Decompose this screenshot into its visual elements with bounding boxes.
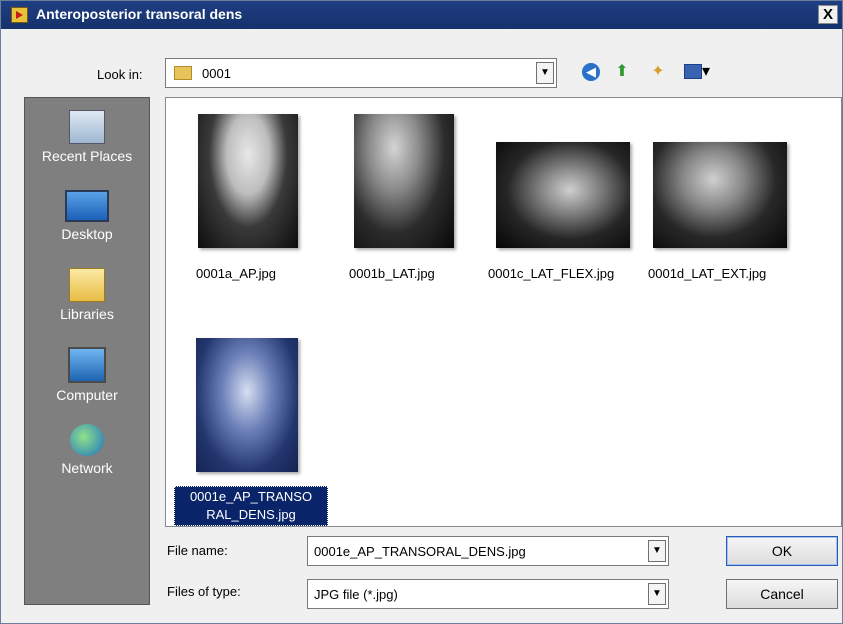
cancel-button[interactable]: Cancel [726,579,838,609]
desktop-icon [65,190,109,222]
place-desktop[interactable]: Desktop [25,190,149,242]
window-title: Anteroposterior transoral dens [36,6,243,22]
file-name-label: File name: [167,543,228,558]
file-thumbnail[interactable] [354,114,454,248]
place-recent-places[interactable]: Recent Places [25,110,149,164]
chevron-down-icon[interactable]: ▼ [648,540,666,562]
up-folder-icon[interactable]: ⬆ [611,61,633,83]
file-thumbnail[interactable] [198,114,298,248]
file-type-value: JPG file (*.jpg) [314,587,398,602]
file-name-line: 0001e_AP_TRANSO [189,489,313,504]
network-icon [70,424,104,456]
look-in-label: Look in: [97,67,143,82]
file-thumbnail[interactable] [653,142,787,248]
file-thumbnail[interactable] [496,142,630,248]
chevron-down-icon[interactable]: ▼ [536,62,554,84]
place-libraries[interactable]: Libraries [25,268,149,322]
file-list[interactable]: 0001a_AP.jpg 0001b_LAT.jpg 0001c_LAT_FLE… [165,97,842,527]
file-name-combobox[interactable]: 0001e_AP_TRANSORAL_DENS.jpg ▼ [307,536,669,566]
places-bar: Recent Places Desktop Libraries Computer… [24,97,150,605]
folder-icon [174,66,192,80]
close-button[interactable]: X [818,5,838,24]
ok-button[interactable]: OK [726,536,838,566]
look-in-dropdown[interactable]: 0001 ▼ [165,58,557,88]
file-name[interactable]: 0001a_AP.jpg [196,266,276,281]
file-name[interactable]: 0001d_LAT_EXT.jpg [648,266,766,281]
file-name[interactable]: 0001b_LAT.jpg [349,266,435,281]
back-arrow-icon[interactable]: ◀ [580,61,602,83]
place-label: Computer [56,387,118,403]
file-name-line: RAL_DENS.jpg [206,507,296,522]
title-bar[interactable]: Anteroposterior transoral dens X [1,1,842,29]
file-thumbnail[interactable] [196,338,298,472]
place-label: Libraries [60,306,114,322]
chevron-down-icon[interactable]: ▼ [648,583,666,605]
place-network[interactable]: Network [25,424,149,476]
place-label: Desktop [61,226,113,242]
place-label: Network [61,460,113,476]
labview-app-icon [11,7,28,23]
place-label: Recent Places [41,148,133,164]
recent-places-icon [69,110,105,144]
open-file-dialog: Anteroposterior transoral dens X Look in… [0,0,843,624]
file-name[interactable]: 0001c_LAT_FLEX.jpg [488,266,614,281]
file-name-selected[interactable]: 0001e_AP_TRANSO RAL_DENS.jpg [174,486,328,526]
place-computer[interactable]: Computer [25,347,149,403]
views-menu-icon[interactable]: ▾ [682,61,712,83]
file-name-value[interactable]: 0001e_AP_TRANSORAL_DENS.jpg [314,544,526,559]
libraries-icon [69,268,105,302]
file-type-dropdown[interactable]: JPG file (*.jpg) ▼ [307,579,669,609]
file-type-label: Files of type: [167,584,241,599]
look-in-value: 0001 [202,66,231,81]
new-folder-icon[interactable]: ✦ [647,61,669,83]
computer-icon [68,347,106,383]
